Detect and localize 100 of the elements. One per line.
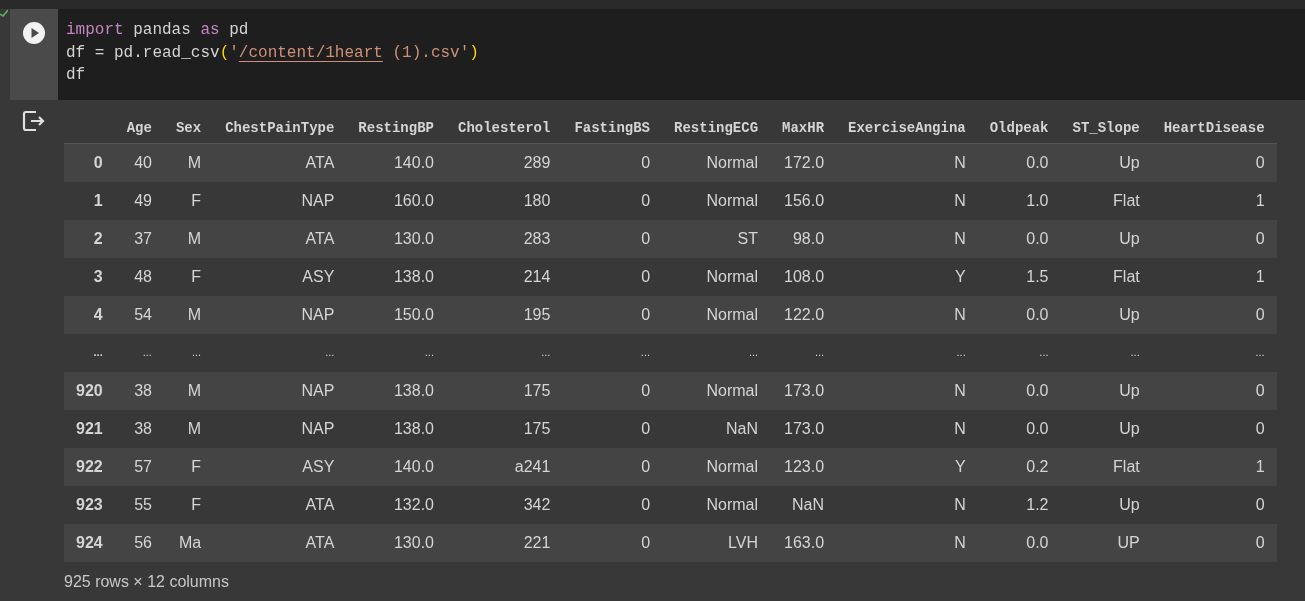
table-cell: 56 (114, 523, 164, 562)
table-cell: 55 (114, 485, 164, 524)
table-cell: Normal (662, 257, 771, 296)
code-line: import pandas as pd (66, 20, 250, 41)
table-cell: NaN (770, 485, 837, 524)
table-cell: 1 (1151, 181, 1277, 220)
table-cell: 0 (562, 143, 663, 182)
table-cell: 108.0 (770, 257, 837, 296)
table-cell: ... (562, 333, 663, 372)
table-cell: 1 (1151, 447, 1277, 486)
table-cell: 38 (114, 409, 164, 448)
table-cell: 0.0 (977, 409, 1061, 448)
table-cell: 40 (114, 143, 164, 182)
table-cell: 138.0 (346, 409, 446, 448)
table-cell: LVH (662, 523, 771, 562)
table-cell: Normal (662, 295, 771, 334)
table-cell: 160.0 (346, 181, 446, 220)
table-cell: Normal (662, 143, 771, 182)
output-icon[interactable] (22, 110, 46, 132)
table-cell: ... (213, 333, 347, 372)
table-cell: 180 (446, 181, 563, 220)
table-cell: Flat (1060, 447, 1152, 486)
run-button[interactable] (22, 21, 46, 45)
table-cell: 0.0 (977, 219, 1061, 258)
column-header: MaxHR (770, 108, 837, 144)
table-cell: 0 (1151, 295, 1277, 334)
table-cell: 0 (562, 257, 663, 296)
column-header: RestingBP (346, 108, 446, 144)
table-cell: Up (1060, 485, 1152, 524)
table-cell: N (836, 295, 978, 334)
table-cell: 0 (1151, 523, 1277, 562)
table-cell: N (836, 143, 978, 182)
table-cell: 0 (562, 523, 663, 562)
table-cell: 132.0 (346, 485, 446, 524)
row-index: 920 (64, 371, 115, 410)
code-line: df (66, 65, 87, 86)
table-cell: NaN (662, 409, 771, 448)
table-cell: Y (836, 257, 978, 296)
table-cell: 0 (1151, 371, 1277, 410)
table-cell: ... (1151, 333, 1277, 372)
table-cell: 49 (114, 181, 164, 220)
table-cell: Normal (662, 371, 771, 410)
column-header: ST_Slope (1060, 108, 1152, 144)
column-header: RestingECG (662, 108, 771, 144)
table-cell: Normal (662, 485, 771, 524)
table-cell: UP (1060, 523, 1152, 562)
table-cell: ATA (213, 219, 347, 258)
table-cell: ... (446, 333, 563, 372)
table-cell: 150.0 (346, 295, 446, 334)
table-cell: ST (662, 219, 771, 258)
table-cell: NAP (213, 181, 347, 220)
table-cell: 1.5 (977, 257, 1061, 296)
table-cell: Up (1060, 143, 1152, 182)
table-cell: F (163, 257, 214, 296)
table-cell: 175 (446, 371, 563, 410)
table-cell: ... (836, 333, 978, 372)
row-index: 3 (64, 257, 115, 296)
column-header: Age (114, 108, 164, 144)
table-cell: 98.0 (770, 219, 837, 258)
table-cell: 156.0 (770, 181, 837, 220)
table-cell: N (836, 409, 978, 448)
table-cell: ATA (213, 485, 347, 524)
table-cell: 1.0 (977, 181, 1061, 220)
table-cell: 0 (1151, 143, 1277, 182)
column-header: ChestPainType (213, 108, 347, 144)
table-cell: Up (1060, 409, 1152, 448)
table-cell: Flat (1060, 257, 1152, 296)
table-cell: 163.0 (770, 523, 837, 562)
table-cell: 0 (1151, 409, 1277, 448)
table-cell: 0 (562, 295, 663, 334)
table-cell: 289 (446, 143, 563, 182)
table-cell: ASY (213, 257, 347, 296)
table-cell: F (163, 447, 214, 486)
row-index: 922 (64, 447, 115, 486)
table-cell: 175 (446, 409, 563, 448)
column-header: FastingBS (562, 108, 663, 144)
row-index: 1 (64, 181, 115, 220)
table-cell: N (836, 485, 978, 524)
code-editor[interactable]: import pandas as pd df = pd.read_csv('/content/1heart (1).csv') df (58, 9, 1305, 100)
column-header: Oldpeak (977, 108, 1061, 144)
table-cell: ... (662, 333, 771, 372)
table-cell: 48 (114, 257, 164, 296)
table-cell: M (163, 371, 214, 410)
column-header: Cholesterol (446, 108, 563, 144)
column-header: Sex (163, 108, 214, 144)
table-cell: 342 (446, 485, 563, 524)
table-cell: ... (770, 333, 837, 372)
table-cell: 0.2 (977, 447, 1061, 486)
table-cell: ATA (213, 143, 347, 182)
table-cell: 283 (446, 219, 563, 258)
table-cell: M (163, 219, 214, 258)
table-cell: N (836, 219, 978, 258)
table-cell: Up (1060, 219, 1152, 258)
table-cell: F (163, 485, 214, 524)
table-cell: 57 (114, 447, 164, 486)
table-cell: 0.0 (977, 295, 1061, 334)
table-cell: 0.0 (977, 143, 1061, 182)
table-cell: 195 (446, 295, 563, 334)
table-cell: Ma (163, 523, 214, 562)
table-cell: N (836, 371, 978, 410)
